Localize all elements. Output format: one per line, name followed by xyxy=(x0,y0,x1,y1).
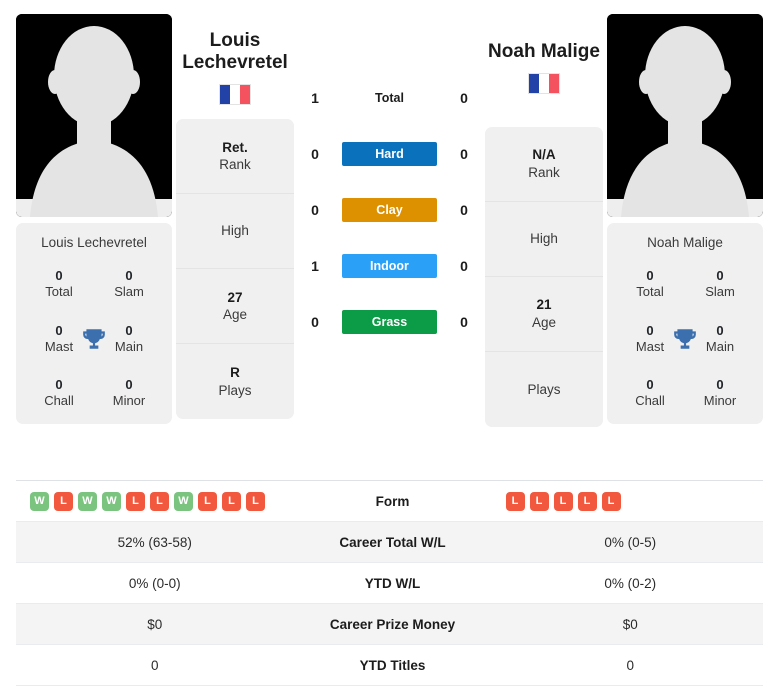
player-silhouette-icon xyxy=(16,14,172,217)
h2h-grass-left-score: 0 xyxy=(311,314,319,330)
left-form-badge-2[interactable]: L xyxy=(54,491,73,511)
right-titles-grid: 0 Total 0 Slam 0 Mast 0 Main 0 Chall 0 M… xyxy=(615,268,755,410)
left-form-badge-10[interactable]: L xyxy=(246,491,265,511)
player-silhouette-icon xyxy=(607,14,763,217)
left-player-column: Louis Lechevretel 0 Total 0 Slam 0 Mast xyxy=(16,14,172,424)
left-form-badge-6[interactable]: L xyxy=(150,491,169,511)
right-ytd-wl: 0% (0-2) xyxy=(604,575,657,591)
right-info-box: N/A Rank High 21 Age Plays xyxy=(485,127,603,428)
table-row-form: WLWWLLWLLL Form LLLLL xyxy=(16,481,763,522)
right-player-france-flag-icon xyxy=(528,73,560,95)
left-titles-card: Louis Lechevretel 0 Total 0 Slam 0 Mast xyxy=(16,223,172,424)
h2h-indoor-left-score: 1 xyxy=(311,258,319,274)
left-titles-chall: 0 Chall xyxy=(44,377,74,409)
left-form-badges: WLWWLLWLLL xyxy=(22,491,288,511)
surface-pill-grass[interactable]: Grass xyxy=(342,310,437,334)
player-comparison-page: Louis Lechevretel 0 Total 0 Slam 0 Mast xyxy=(0,0,779,699)
right-info-column: Noah Malige N/A Rank High 21 Age Plays xyxy=(485,14,603,428)
table-row-ytd-wl: 0% (0-0) YTD W/L 0% (0-2) xyxy=(16,563,763,604)
h2h-indoor-right-score: 0 xyxy=(460,258,468,274)
left-form-badge-1[interactable]: W xyxy=(30,491,49,511)
row-label-ytd-titles: YTD Titles xyxy=(359,657,426,673)
h2h-hard-left-score: 0 xyxy=(311,146,319,162)
left-info-box: Ret. Rank High 27 Age R Plays xyxy=(176,119,294,420)
row-label-career-total-wl: Career Total W/L xyxy=(339,534,446,550)
h2h-row-clay: 0 Clay 0 xyxy=(298,182,481,238)
left-player-france-flag-icon xyxy=(219,84,251,106)
left-ytd-titles: 0 xyxy=(150,657,159,673)
table-row-career-total-wl: 52% (63-58) Career Total W/L 0% (0-5) xyxy=(16,522,763,563)
right-player-photo[interactable] xyxy=(607,14,763,217)
h2h-clay-left-score: 0 xyxy=(311,202,319,218)
left-form-badge-5[interactable]: L xyxy=(126,491,145,511)
left-player-name[interactable]: Louis Lechevretel xyxy=(176,30,294,74)
left-titles-slam: 0 Slam xyxy=(114,268,144,300)
left-info-plays: R Plays xyxy=(218,365,252,398)
right-titles-minor: 0 Minor xyxy=(703,377,737,409)
row-label-career-prize-money: Career Prize Money xyxy=(329,616,456,632)
left-info-high: High xyxy=(176,194,294,270)
left-info-column: Louis Lechevretel Ret. Rank High 27 Age xyxy=(176,14,294,420)
left-form-badge-3[interactable]: W xyxy=(78,491,97,511)
right-form-badge-5[interactable]: L xyxy=(601,491,621,511)
trophy-icon xyxy=(672,326,698,352)
h2h-hard-right-score: 0 xyxy=(460,146,468,162)
right-player-name[interactable]: Noah Malige xyxy=(485,14,603,63)
trophy-icon xyxy=(81,326,107,352)
right-info-age: 21 Age xyxy=(485,277,603,353)
right-form-badge-3[interactable]: L xyxy=(553,491,573,511)
left-info-age: 27 Age xyxy=(176,269,294,345)
h2h-clay-right-score: 0 xyxy=(460,202,468,218)
left-career-prize-money: $0 xyxy=(147,616,163,632)
left-titles-minor: 0 Minor xyxy=(112,377,146,409)
left-form-badge-8[interactable]: L xyxy=(198,491,217,511)
left-player-photo[interactable] xyxy=(16,14,172,217)
row-label-form: Form xyxy=(375,493,410,509)
right-ytd-titles: 0 xyxy=(626,657,634,673)
comparison-header: Louis Lechevretel 0 Total 0 Slam 0 Mast xyxy=(0,0,779,470)
h2h-row-indoor: 1 Indoor 0 xyxy=(298,238,481,294)
row-label-ytd-wl: YTD W/L xyxy=(364,575,421,591)
right-card-player-name: Noah Malige xyxy=(647,235,723,250)
right-info-plays: Plays xyxy=(527,381,561,397)
left-card-player-name: Louis Lechevretel xyxy=(41,235,147,250)
h2h-total-right-score: 0 xyxy=(460,90,468,106)
left-form-badge-4[interactable]: W xyxy=(102,491,121,511)
left-titles-total: 0 Total xyxy=(45,268,73,300)
right-form-badge-1[interactable]: L xyxy=(505,491,525,511)
left-career-total-wl: 52% (63-58) xyxy=(117,534,192,550)
right-form-badge-4[interactable]: L xyxy=(577,491,597,511)
surface-pill-hard[interactable]: Hard xyxy=(342,142,437,166)
left-form-cell: WLWWLLWLLL xyxy=(16,491,288,511)
table-row-ytd-titles: 0 YTD Titles 0 xyxy=(16,645,763,686)
h2h-grass-right-score: 0 xyxy=(460,314,468,330)
left-titles-grid: 0 Total 0 Slam 0 Mast 0 Main 0 Chall 0 M… xyxy=(24,268,164,410)
h2h-total-left-score: 1 xyxy=(311,90,319,106)
right-titles-card: Noah Malige 0 Total 0 Slam 0 Mast 0 Main… xyxy=(607,223,763,424)
right-info-rank: N/A Rank xyxy=(485,127,603,203)
left-form-badge-9[interactable]: L xyxy=(222,491,241,511)
left-ytd-wl: 0% (0-0) xyxy=(128,575,181,591)
h2h-row-total: 1 Total 0 xyxy=(298,70,481,126)
right-form-badge-2[interactable]: L xyxy=(529,491,549,511)
right-titles-chall: 0 Chall xyxy=(635,377,665,409)
h2h-row-hard: 0 Hard 0 xyxy=(298,126,481,182)
right-titles-slam: 0 Slam xyxy=(705,268,735,300)
right-career-total-wl: 0% (0-5) xyxy=(604,534,657,550)
surface-pill-indoor[interactable]: Indoor xyxy=(342,254,437,278)
left-form-badge-7[interactable]: W xyxy=(174,491,193,511)
h2h-row-grass: 0 Grass 0 xyxy=(298,294,481,350)
right-form-cell: LLLLL xyxy=(498,491,764,511)
right-info-high: High xyxy=(485,202,603,278)
surface-pill-clay[interactable]: Clay xyxy=(342,198,437,222)
h2h-total-label: Total xyxy=(375,91,404,105)
right-titles-total: 0 Total xyxy=(636,268,664,300)
right-player-column: Noah Malige 0 Total 0 Slam 0 Mast 0 Main… xyxy=(607,14,763,424)
left-info-rank: Ret. Rank xyxy=(176,119,294,195)
right-form-badges: LLLLL xyxy=(498,491,764,511)
stats-comparison-table: WLWWLLWLLL Form LLLLL 52% (63-58) Career… xyxy=(16,480,763,686)
right-career-prize-money: $0 xyxy=(622,616,638,632)
head-to-head-column: 1 Total 0 0 Hard 0 0 Clay 0 1 Indoor 0 0 xyxy=(298,14,481,350)
table-row-career-prize-money: $0 Career Prize Money $0 xyxy=(16,604,763,645)
